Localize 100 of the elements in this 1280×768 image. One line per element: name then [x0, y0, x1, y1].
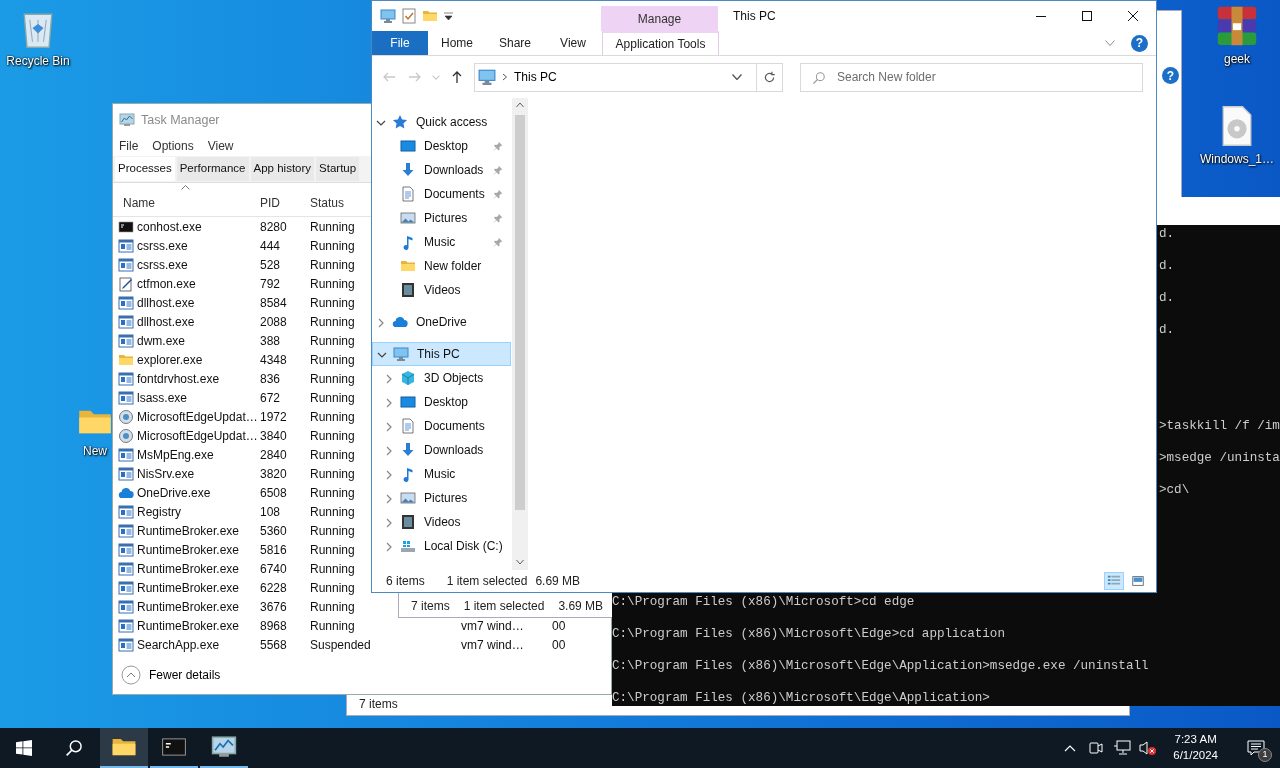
process-status: Running [310, 579, 356, 597]
folder-icon [400, 258, 416, 274]
ribbon-tab[interactable]: Home [428, 31, 486, 55]
process-id: 3820 [260, 465, 288, 483]
app-window-icon [118, 636, 134, 653]
menu-item[interactable]: File [119, 137, 139, 155]
process-status: Running [310, 294, 356, 312]
status-text: 7 items [359, 696, 398, 713]
window-title: This PC [732, 8, 777, 25]
nav-item[interactable]: Downloads [372, 438, 511, 462]
column-header[interactable]: Name [113, 194, 260, 212]
help-button[interactable]: ? [1162, 67, 1179, 84]
nav-item[interactable]: Downloads [372, 158, 511, 182]
status-text: 6 items [386, 573, 425, 590]
nav-item[interactable]: Music [372, 462, 511, 486]
app-window-icon [118, 237, 134, 254]
process-name: SearchApp.exe [137, 636, 220, 654]
minimize-icon [1036, 15, 1046, 17]
drive-icon [400, 538, 416, 554]
app-window-icon [118, 256, 134, 273]
process-id: 3840 [260, 427, 288, 445]
window-title: Task Manager [141, 111, 220, 129]
column-header[interactable]: Status [310, 194, 368, 212]
process-status: Running [310, 617, 356, 635]
console-icon [118, 218, 134, 235]
app-window-icon [118, 598, 134, 615]
icon-label: New [83, 444, 107, 459]
search-icon [812, 70, 826, 85]
nav-item[interactable]: Music [372, 230, 511, 254]
app-window-icon [118, 503, 134, 520]
picture-icon [400, 210, 416, 226]
process-name: RuntimeBroker.exe [137, 598, 240, 616]
search-field[interactable]: Search New folder [800, 62, 1143, 92]
clock[interactable]: 7:23 AM 6/1/2024 [1163, 732, 1228, 764]
process-name: MsMpEng.exe [137, 446, 214, 464]
folder-icon [422, 8, 438, 24]
app-window-icon [118, 617, 134, 634]
nav-item[interactable]: Desktop [372, 390, 511, 414]
document-icon [400, 418, 416, 434]
process-id: 1972 [260, 408, 288, 426]
process-name: NisSrv.exe [137, 465, 195, 483]
status-text: 1 item selected [463, 598, 545, 615]
process-status: Running [310, 256, 356, 274]
nav-item[interactable]: 3D Objects [372, 366, 511, 390]
notification-button[interactable]: 1 [1232, 728, 1280, 768]
process-id: 8584 [260, 294, 288, 312]
file-menu-button[interactable]: File [372, 31, 428, 55]
menu-item[interactable]: View [207, 137, 234, 155]
process-name: fontdrvhost.exe [137, 370, 220, 388]
nav-item[interactable]: Pictures [372, 486, 511, 510]
tab[interactable]: Performance [176, 157, 249, 181]
menu-item[interactable]: Options [152, 137, 194, 155]
process-id: 8280 [260, 218, 288, 236]
app-window-icon [118, 465, 134, 482]
tab[interactable]: App history [250, 157, 315, 181]
taskbar-app-button[interactable] [100, 728, 148, 768]
nav-item[interactable]: Desktop [372, 134, 511, 158]
ribbon-tab[interactable]: Share [486, 31, 544, 55]
column-header[interactable]: PID [260, 194, 310, 212]
process-status: Running [310, 427, 356, 445]
computer-icon [478, 68, 496, 86]
console-line: d. [1159, 258, 1175, 274]
nav-item[interactable]: Local Disk (C:) [372, 534, 511, 558]
process-status: Running [310, 237, 356, 255]
nav-item[interactable]: Videos [372, 278, 511, 302]
chevron-circle-icon [121, 665, 141, 685]
process-id: 2088 [260, 313, 288, 331]
process-name: ctfmon.exe [137, 275, 196, 293]
monitor-chart-icon [119, 112, 135, 128]
help-button[interactable]: ? [1131, 34, 1148, 52]
sort-caret-icon [181, 185, 190, 190]
nav-item[interactable]: Documents [372, 414, 511, 438]
refresh-icon [763, 70, 776, 84]
cube-icon [400, 370, 416, 386]
process-status: Running [310, 522, 356, 540]
network-icon [1113, 740, 1132, 756]
tab[interactable]: Processes [115, 157, 175, 181]
nav-item[interactable]: OneDrive [372, 310, 511, 334]
console-line: d. [1159, 226, 1175, 242]
nav-item[interactable]: Pictures [372, 206, 511, 230]
disc-icon [118, 427, 134, 444]
process-name: OneDrive.exe [137, 484, 211, 502]
picture-icon [400, 490, 416, 506]
ribbon-tab[interactable]: View [544, 31, 602, 55]
nav-item[interactable]: Quick access [372, 110, 511, 134]
process-id: 5568 [260, 636, 288, 654]
table-cell-text: 00 [552, 617, 566, 635]
checklist-icon [402, 8, 416, 24]
process-id: 108 [260, 503, 282, 521]
nav-item[interactable]: Videos [372, 510, 511, 534]
icon-label: geek [1224, 52, 1250, 67]
film-icon [400, 514, 416, 530]
nav-item[interactable]: Documents [372, 182, 511, 206]
nav-item[interactable]: New folder [372, 254, 511, 278]
process-name: RuntimeBroker.exe [137, 522, 240, 540]
tab[interactable]: Startup [316, 157, 360, 181]
nav-item[interactable]: This PC [372, 342, 511, 366]
process-status: Suspended [310, 636, 368, 654]
address-bar[interactable]: This PC [474, 62, 783, 92]
address-text: This PC [514, 69, 558, 86]
